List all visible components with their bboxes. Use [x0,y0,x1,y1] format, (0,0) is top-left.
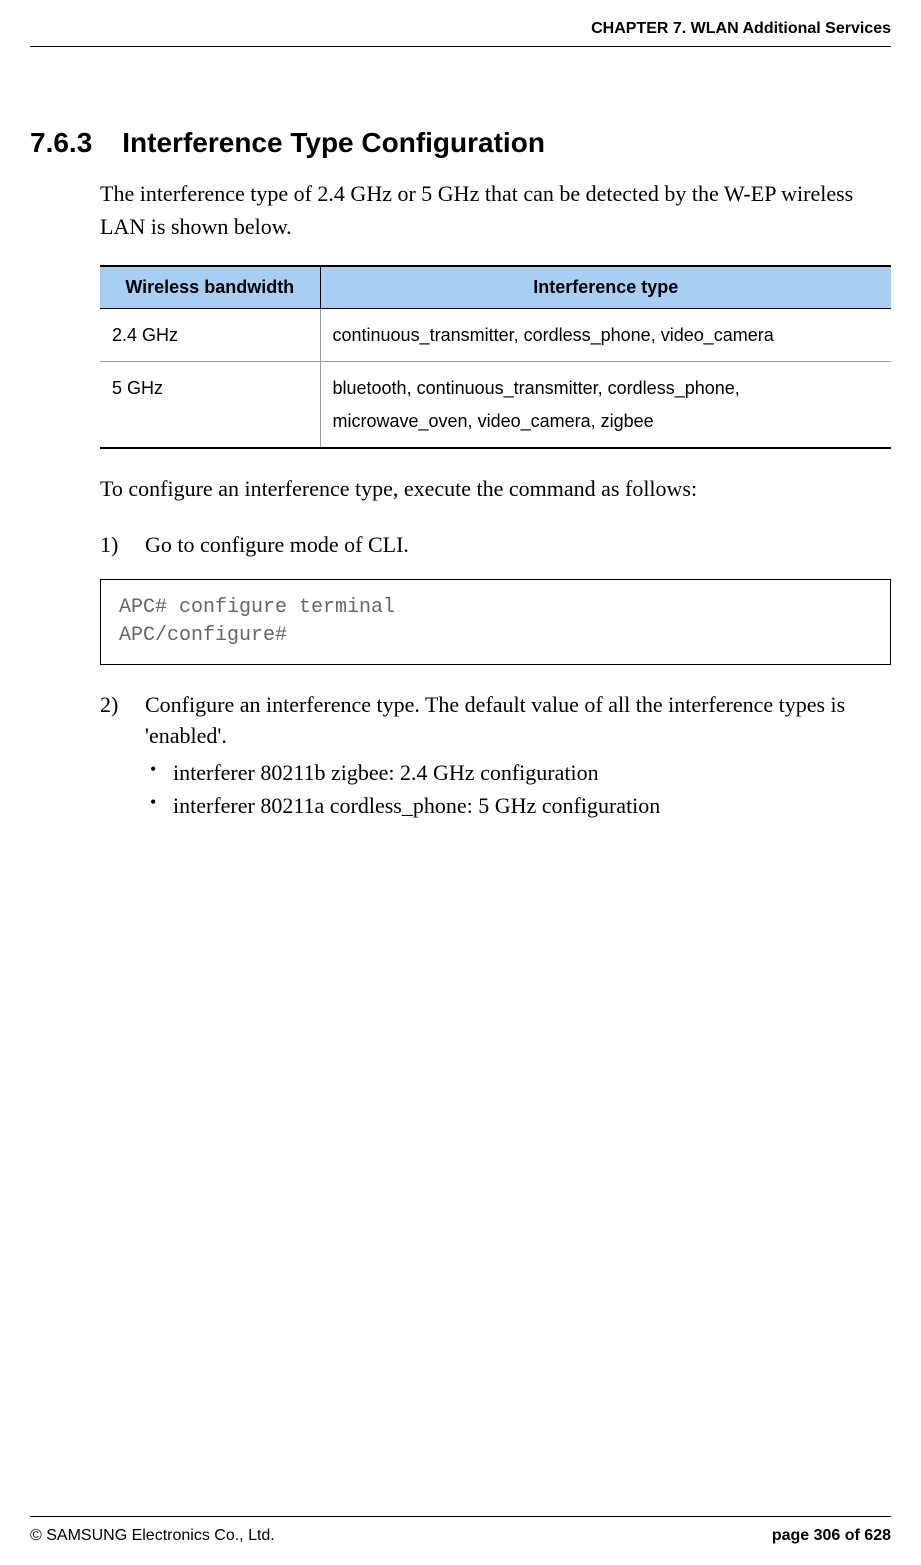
table-row: 2.4 GHz continuous_transmitter, cordless… [100,309,891,362]
table-header-row: Wireless bandwidth Interference type [100,266,891,309]
bullet-list: • interferer 80211b zigbee: 2.4 GHz conf… [145,756,891,822]
table-row: 5 GHz bluetooth, continuous_transmitter,… [100,362,891,448]
page-footer: © SAMSUNG Electronics Co., Ltd. page 306… [30,1516,891,1545]
main-content: 7.6.3 Interference Type Configuration Th… [30,127,891,822]
step-content: Configure an interference type. The defa… [145,690,891,823]
bullet-item: • interferer 80211b zigbee: 2.4 GHz conf… [150,756,891,789]
step-number: 2) [100,690,145,823]
configure-text: To configure an interference type, execu… [100,474,891,505]
bullet-item: • interferer 80211a cordless_phone: 5 GH… [150,789,891,822]
copyright-text: © SAMSUNG Electronics Co., Ltd. [30,1527,275,1545]
section-number: 7.6.3 [30,127,92,159]
step-2-text: Configure an interference type. The defa… [145,692,845,748]
intro-paragraph: The interference type of 2.4 GHz or 5 GH… [100,177,891,243]
table-cell-bandwidth: 2.4 GHz [100,309,320,362]
code-block: APC# configure terminal APC/configure# [100,579,891,665]
step-content: Go to configure mode of CLI. [145,530,891,561]
table-cell-bandwidth: 5 GHz [100,362,320,448]
section-title: Interference Type Configuration [122,127,545,159]
interference-table: Wireless bandwidth Interference type 2.4… [100,265,891,449]
section-heading: 7.6.3 Interference Type Configuration [30,127,891,159]
bullet-icon: • [150,789,165,822]
table-header-type: Interference type [320,266,891,309]
bullet-text: interferer 80211a cordless_phone: 5 GHz … [173,789,660,822]
page-number: page 306 of 628 [772,1527,891,1545]
bullet-text: interferer 80211b zigbee: 2.4 GHz config… [173,756,599,789]
table-cell-type: continuous_transmitter, cordless_phone, … [320,309,891,362]
table-cell-type: bluetooth, continuous_transmitter, cordl… [320,362,891,448]
step-number: 1) [100,530,145,561]
page-header: CHAPTER 7. WLAN Additional Services [30,20,891,47]
step-1: 1) Go to configure mode of CLI. [100,530,891,561]
bullet-icon: • [150,756,165,789]
step-2: 2) Configure an interference type. The d… [100,690,891,823]
table-header-bandwidth: Wireless bandwidth [100,266,320,309]
chapter-label: CHAPTER 7. WLAN Additional Services [591,20,891,37]
